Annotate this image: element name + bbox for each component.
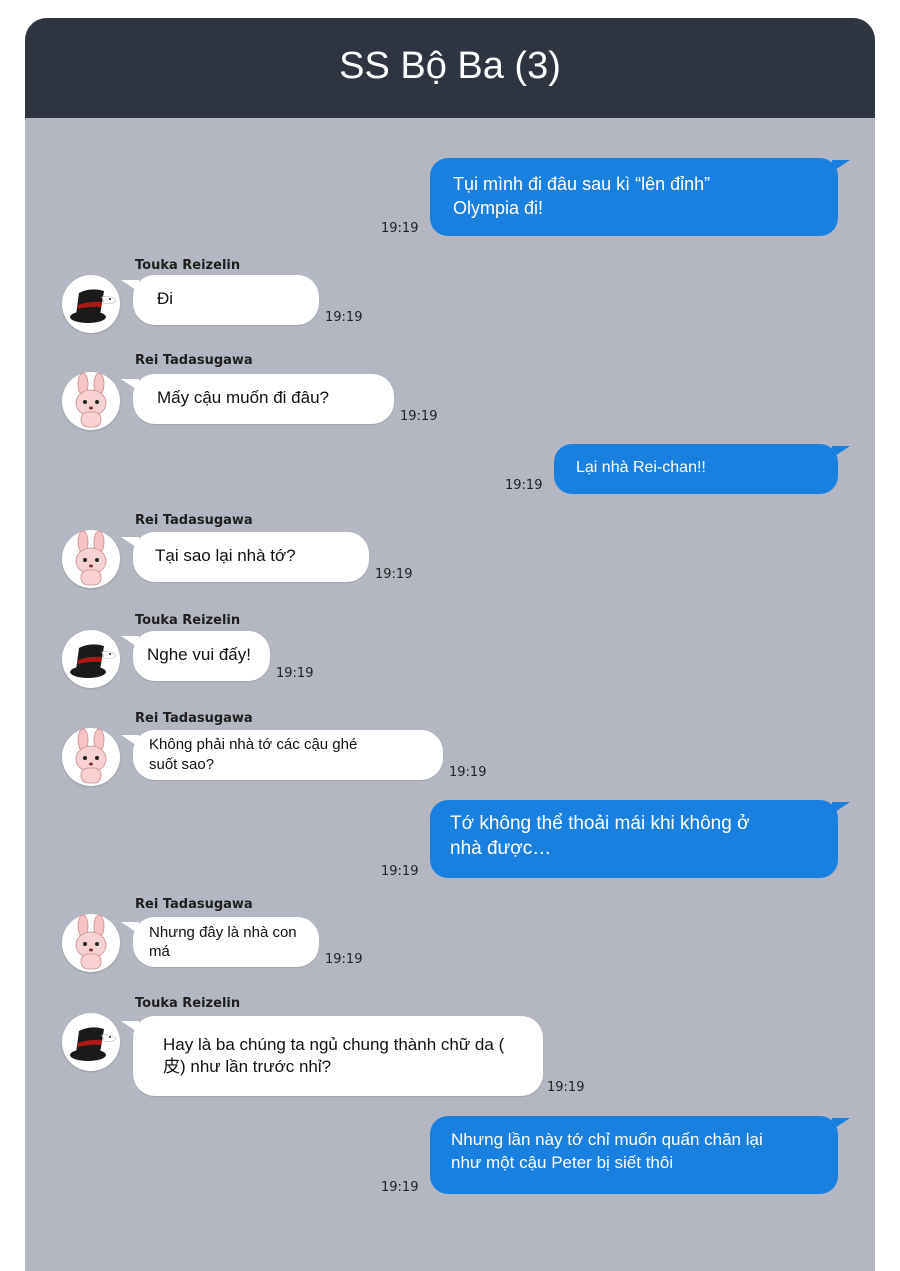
avatar-touka[interactable]: [62, 1013, 120, 1071]
bubble-tail: [121, 735, 139, 747]
bubble-tail: [121, 280, 139, 292]
message-text: Tụi mình đi đâu sau kì “lên đỉnh” Olympi…: [453, 174, 711, 218]
avatar-touka[interactable]: [62, 275, 120, 333]
avatar-rei[interactable]: [62, 530, 120, 588]
avatar-rei[interactable]: [62, 728, 120, 786]
bunny-icon: [75, 372, 107, 428]
bubble-tail: [832, 160, 850, 172]
message-time: 19:19: [375, 567, 413, 582]
chat-window: SS Bộ Ba (3) Tụi mình đi đâu sau kì “lên…: [25, 18, 875, 1271]
message-text: Mấy cậu muốn đi đâu?: [157, 388, 329, 407]
message-bubble[interactable]: Nghe vui đấy!: [133, 631, 270, 681]
sender-name: Rei Tadasugawa: [135, 513, 253, 528]
avatar-rei[interactable]: [62, 914, 120, 972]
sender-name: Rei Tadasugawa: [135, 897, 253, 912]
bubble-tail: [121, 379, 139, 391]
message-bubble[interactable]: Lại nhà Rei-chan!!: [554, 444, 838, 494]
message-time: 19:19: [325, 310, 363, 325]
message-time: 19:19: [381, 1180, 419, 1195]
top-hat-icon: [70, 1027, 117, 1061]
message-time: 19:19: [325, 952, 363, 967]
message-time: 19:19: [381, 864, 419, 879]
message-text: Nhưng lần này tớ chỉ muốn quấn chăn lại …: [451, 1130, 763, 1172]
message-time: 19:19: [449, 765, 487, 780]
message-bubble[interactable]: Nhưng lần này tớ chỉ muốn quấn chăn lại …: [430, 1116, 838, 1194]
sender-name: Touka Reizelin: [135, 996, 241, 1011]
bubble-tail: [832, 1118, 850, 1130]
message-text: Hay là ba chúng ta ngủ chung thành chữ d…: [163, 1035, 505, 1076]
bubble-tail: [121, 537, 139, 549]
message-bubble[interactable]: Tụi mình đi đâu sau kì “lên đỉnh” Olympi…: [430, 158, 838, 236]
bubble-tail: [832, 802, 850, 814]
bunny-icon: [75, 914, 107, 970]
message-bubble[interactable]: Hay là ba chúng ta ngủ chung thành chữ d…: [133, 1016, 543, 1096]
message-time: 19:19: [547, 1080, 585, 1095]
message-bubble[interactable]: Không phải nhà tớ các cậu ghé suốt sao?: [133, 730, 443, 780]
message-text: Không phải nhà tớ các cậu ghé suốt sao?: [149, 736, 358, 773]
bubble-tail: [121, 922, 139, 934]
bubble-tail: [121, 1021, 139, 1033]
bunny-icon: [75, 728, 107, 784]
message-time: 19:19: [381, 221, 419, 236]
message-text: Tớ không thể thoải mái khi không ở nhà đ…: [450, 813, 750, 859]
sender-name: Touka Reizelin: [135, 258, 241, 273]
chat-header: SS Bộ Ba (3): [25, 18, 875, 118]
avatar-touka[interactable]: [62, 630, 120, 688]
message-bubble[interactable]: Mấy cậu muốn đi đâu?: [133, 374, 394, 424]
top-hat-icon: [70, 289, 117, 323]
message-time: 19:19: [400, 409, 438, 424]
message-bubble[interactable]: Tại sao lại nhà tớ?: [133, 532, 369, 582]
chat-title: SS Bộ Ba (3): [339, 45, 561, 87]
message-bubble[interactable]: Nhưng đây là nhà con má: [133, 917, 319, 967]
message-bubble[interactable]: Đi: [133, 275, 319, 325]
message-text: Nhưng đây là nhà con má: [149, 924, 297, 960]
top-hat-icon: [70, 644, 117, 678]
message-text: Nghe vui đấy!: [147, 645, 251, 664]
sender-name: Touka Reizelin: [135, 613, 241, 628]
bubble-tail: [121, 636, 139, 648]
avatar-rei[interactable]: [62, 372, 120, 430]
message-bubble[interactable]: Tớ không thể thoải mái khi không ở nhà đ…: [430, 800, 838, 878]
message-time: 19:19: [276, 666, 314, 681]
sender-name: Rei Tadasugawa: [135, 711, 253, 726]
bunny-icon: [75, 530, 107, 586]
message-text: Lại nhà Rei-chan!!: [576, 459, 706, 476]
message-time: 19:19: [505, 478, 543, 493]
message-text: Tại sao lại nhà tớ?: [155, 546, 296, 565]
bubble-tail: [832, 446, 850, 458]
message-text: Đi: [157, 289, 174, 308]
sender-name: Rei Tadasugawa: [135, 353, 253, 368]
